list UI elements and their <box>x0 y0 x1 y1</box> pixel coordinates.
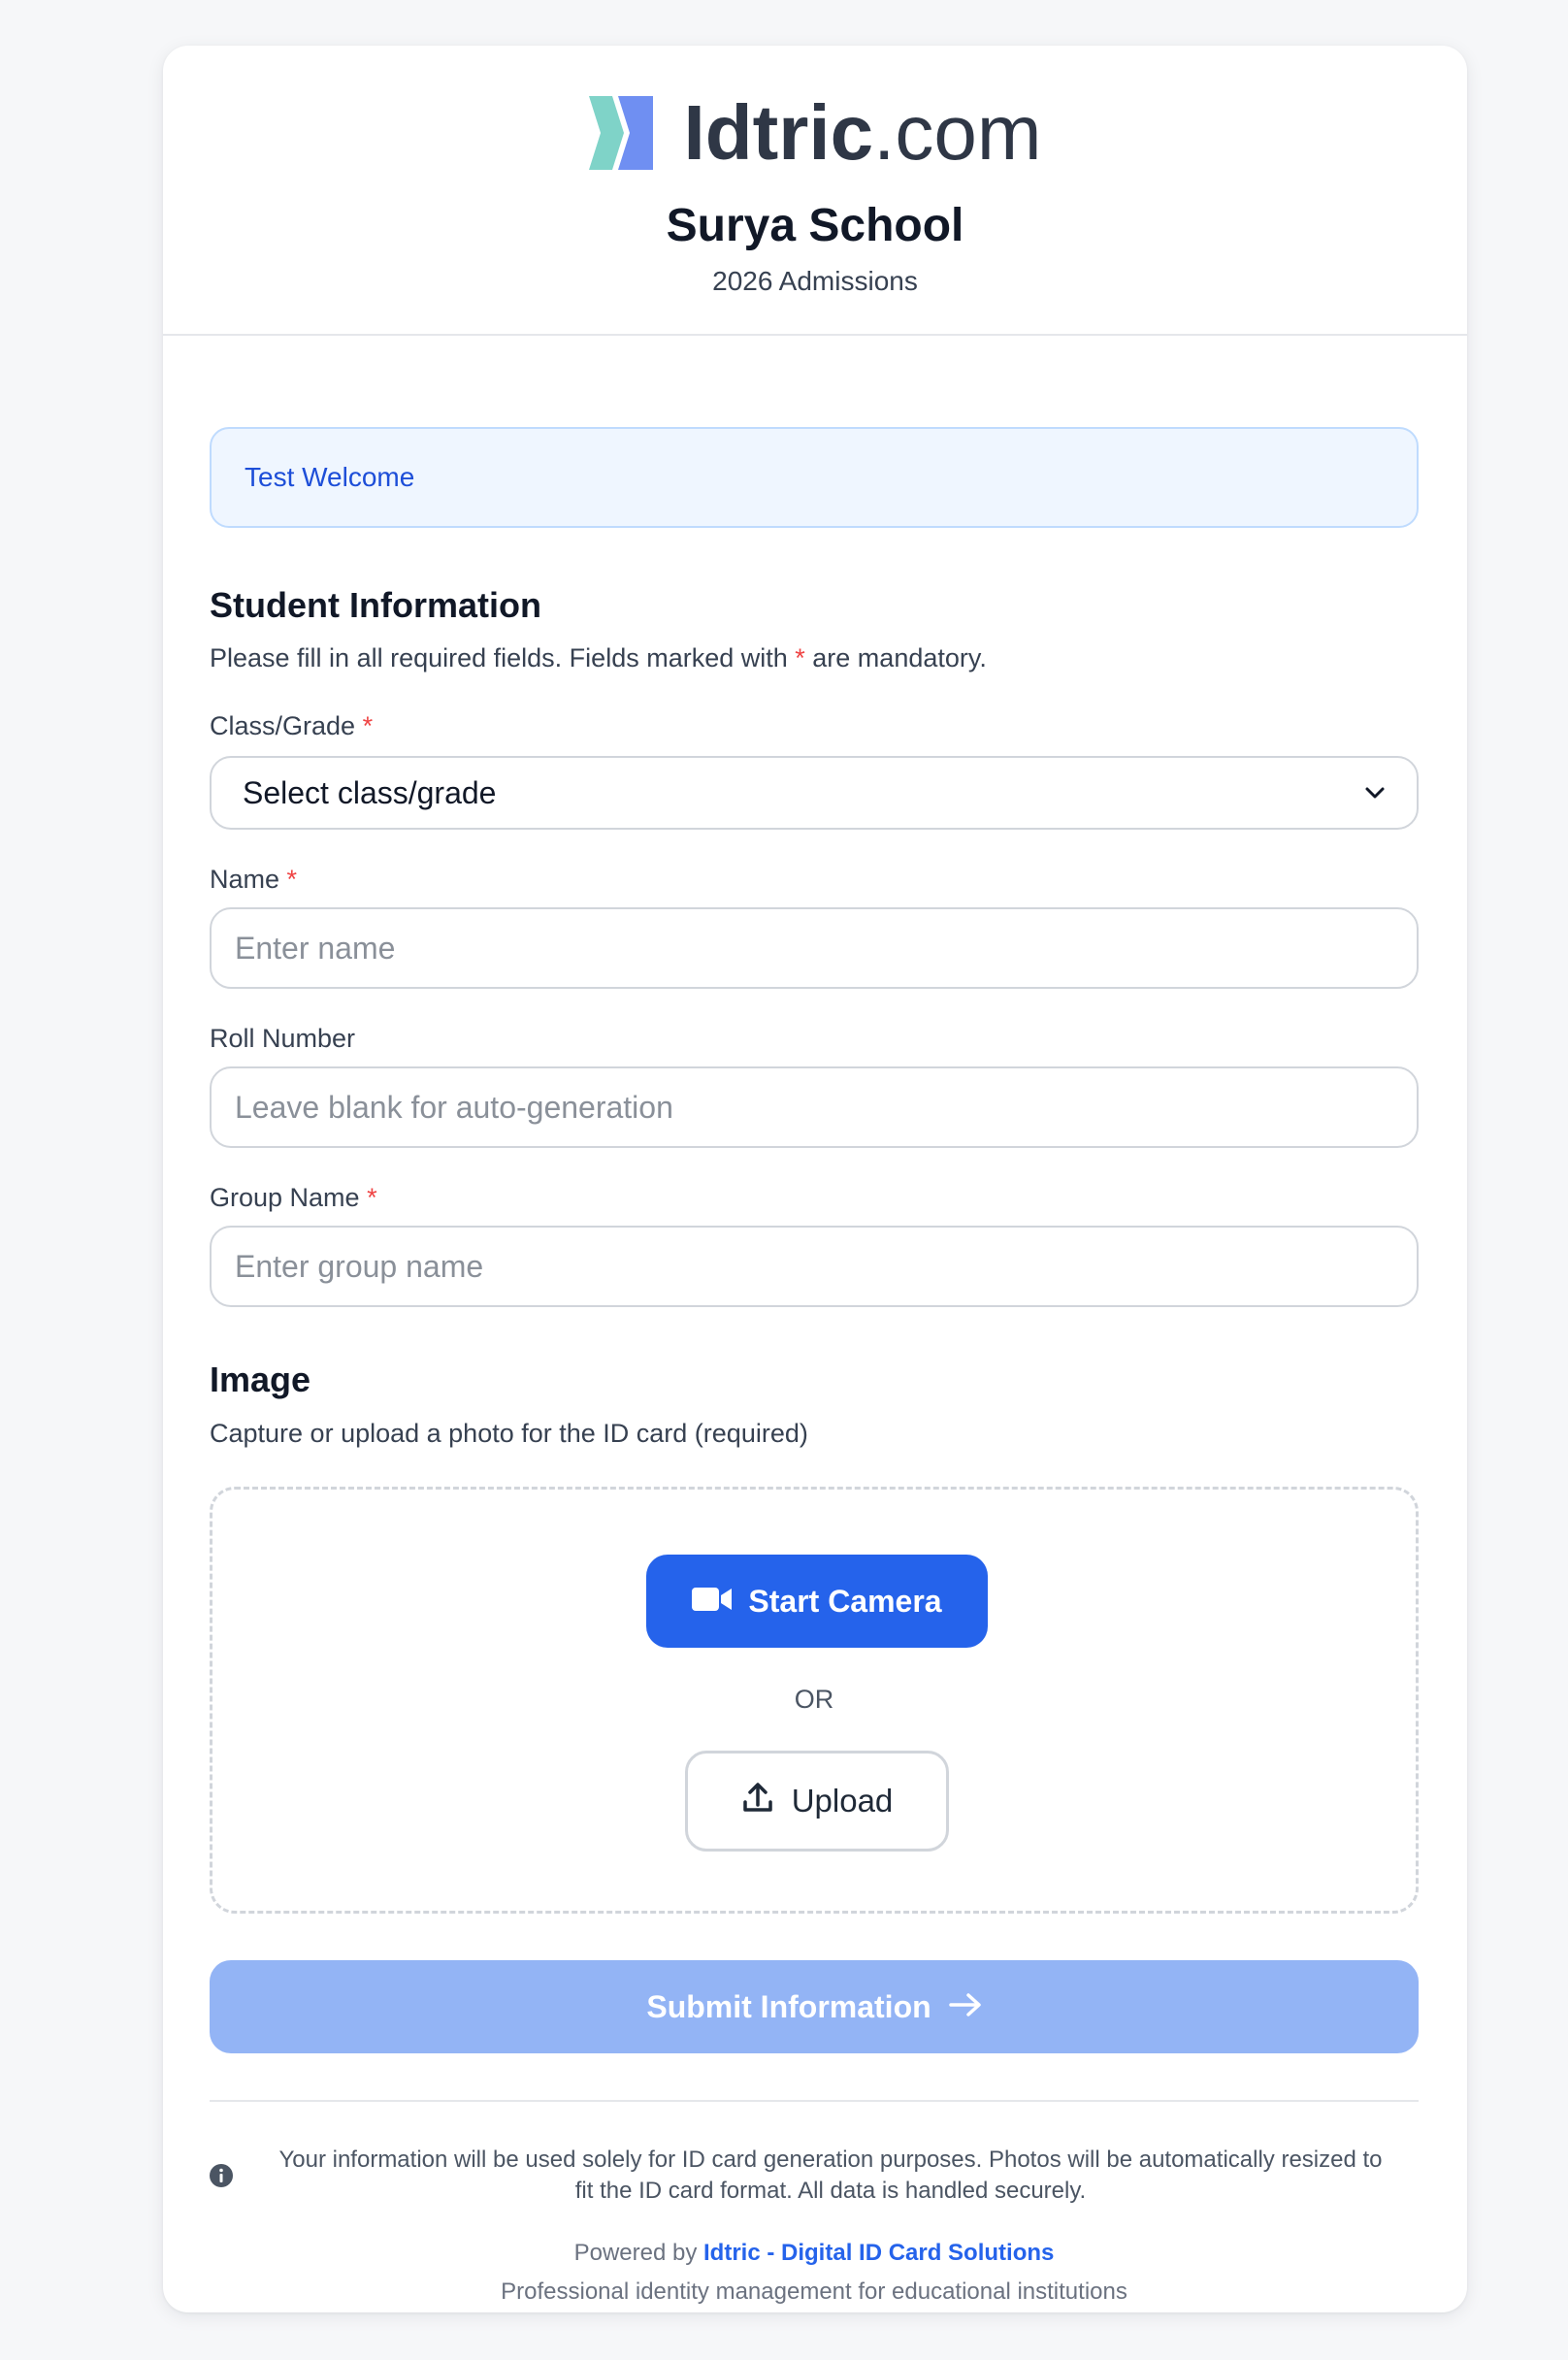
privacy-text-line-2: fit the ID card format. All data is hand… <box>574 2178 1087 2204</box>
chevron-down-icon <box>1364 786 1386 800</box>
welcome-text: Test Welcome <box>245 462 415 492</box>
welcome-banner: Test Welcome <box>210 427 1419 528</box>
class-grade-selected-value: Select class/grade <box>243 774 497 810</box>
class-grade-select[interactable]: Select class/grade <box>210 756 1419 830</box>
or-separator: OR <box>794 1685 834 1714</box>
video-camera-icon <box>692 1584 733 1620</box>
start-camera-button[interactable]: Start Camera <box>646 1555 988 1648</box>
brand-logo: Idtric.com <box>163 92 1467 174</box>
group-name-label: Group Name * <box>210 1181 377 1214</box>
name-label-text: Name <box>210 865 280 894</box>
idtric-logo-mark-icon <box>588 94 657 172</box>
brand-wordmark: Idtric.com <box>684 92 1042 174</box>
submit-label: Submit Information <box>646 1988 931 2024</box>
info-icon <box>210 2164 233 2187</box>
image-section-title: Image <box>210 1360 311 1399</box>
group-name-input[interactable] <box>210 1226 1419 1307</box>
upload-icon <box>741 1781 774 1821</box>
admissions-subtitle: 2026 Admissions <box>712 266 918 296</box>
powered-by: Powered by Idtric - Digital ID Card Solu… <box>210 2238 1419 2269</box>
student-info-title: Student Information <box>210 585 541 625</box>
upload-label: Upload <box>791 1783 894 1819</box>
group-name-label-text: Group Name <box>210 1183 360 1212</box>
upload-button[interactable]: Upload <box>685 1751 949 1852</box>
privacy-notice: Your information will be used solely for… <box>210 2145 1419 2207</box>
card-header: Idtric.com Surya School 2026 Admissions <box>163 46 1467 336</box>
roll-number-input[interactable] <box>210 1066 1419 1148</box>
required-asterisk: * <box>795 643 805 672</box>
image-section-description: Capture or upload a photo for the ID car… <box>210 1419 808 1448</box>
name-label: Name * <box>210 863 297 896</box>
description-text-end: are mandatory. <box>804 643 987 672</box>
roll-number-label: Roll Number <box>210 1024 356 1053</box>
footer-divider <box>210 2100 1419 2102</box>
powered-by-prefix: Powered by <box>573 2240 704 2266</box>
class-grade-label: Class/Grade * <box>210 709 373 742</box>
class-grade-label-text: Class/Grade <box>210 711 356 740</box>
required-asterisk: * <box>362 711 374 740</box>
required-asterisk: * <box>286 865 298 894</box>
required-asterisk: * <box>367 1183 377 1212</box>
brand-wordmark-bold: Idtric <box>683 89 874 176</box>
image-dropzone[interactable]: Start Camera OR Upload <box>210 1487 1419 1914</box>
submit-information-button[interactable]: Submit Information <box>210 1960 1419 2053</box>
brand-wordmark-light: .com <box>873 89 1042 176</box>
description-text-start: Please fill in all required fields. Fiel… <box>210 643 796 672</box>
registration-card: Idtric.com Surya School 2026 Admissions … <box>163 46 1467 2312</box>
start-camera-label: Start Camera <box>748 1583 942 1619</box>
arrow-right-icon <box>948 1989 982 2025</box>
school-name: Surya School <box>666 200 964 251</box>
idtric-link[interactable]: Idtric - Digital ID Card Solutions <box>703 2240 1054 2266</box>
privacy-text-line-1: Your information will be used solely for… <box>278 2147 1383 2173</box>
student-info-description: Please fill in all required fields. Fiel… <box>210 641 987 674</box>
footer-tagline: Professional identity management for edu… <box>501 2278 1127 2305</box>
name-input[interactable] <box>210 907 1419 989</box>
